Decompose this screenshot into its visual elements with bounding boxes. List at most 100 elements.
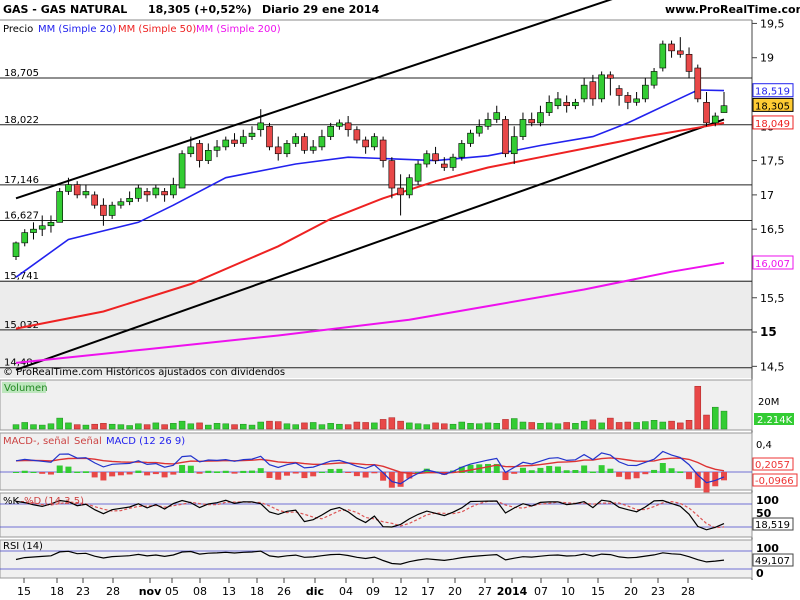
macd-hist-41 [371,472,378,474]
x-tick-label-23: 28 [681,585,695,598]
volume-bar-6 [65,422,72,430]
macd-hist-25 [231,472,238,474]
candle-body-58 [519,119,527,137]
candle-body-7 [73,184,81,196]
x-tick-label-1: 18 [50,585,64,598]
site-label[interactable]: www.ProRealTime.com [665,3,800,16]
macd-hist-20 [187,465,194,473]
candle-body-76 [676,50,684,55]
macd-hist-33 [301,472,308,479]
volume-bar-31 [283,423,291,430]
macd-hist-67 [598,465,605,473]
legend-precio[interactable]: Precio [3,24,33,35]
macd-hist-72 [642,472,649,475]
candle-body-41 [371,136,378,148]
candle-body-23 [213,146,221,151]
volume-bar-77 [685,420,693,430]
volume-bar-19 [178,420,186,430]
volume-bar-49 [441,423,448,430]
macd-hist-19 [179,465,186,473]
candle-body-24 [222,139,230,148]
level-label-3: 16,627 [4,210,39,221]
candle-body-54 [484,119,492,127]
candle-body-22 [204,150,212,161]
macd-hist-22 [205,470,212,473]
volume-bar-72 [642,421,649,430]
volume-bar-45 [406,422,413,430]
volume-bar-79 [703,414,710,430]
macd-hist-16 [152,472,159,475]
macd-label-c[interactable]: MACD (12 26 9) [106,436,185,447]
macd-hist-34 [310,472,317,477]
stoch-label-d[interactable]: %D (14 3 5) [24,496,84,507]
candle-body-39 [353,129,361,141]
volume-bar-25 [231,424,238,430]
legend-mm50[interactable]: MM (Simple 50) [118,24,196,35]
candle-body-47 [423,153,431,165]
candle-body-43 [388,160,396,189]
volume-bar-2 [30,424,37,430]
candle-body-62 [554,98,562,107]
candle-body-37 [336,122,343,127]
x-tick-label-16: 27 [478,585,492,598]
rsi-scale-bottom: 0 [756,567,764,580]
candle-body-32 [292,136,300,144]
volume-bar-0 [12,424,20,430]
volume-label[interactable]: Volumen [4,383,48,394]
macd-hist-11 [109,472,116,477]
volume-bar-15 [143,424,151,430]
candle-body-8 [82,191,90,196]
macd-label-b[interactable]: Señal [74,436,102,447]
candle-body-17 [161,191,168,196]
volume-bar-48 [432,422,439,430]
price-tag-mm20: 18,519 [755,87,790,98]
volume-bar-57 [510,418,518,430]
macd-hist-6 [65,466,72,473]
macd-label-a[interactable]: MACD-, señal [3,436,70,447]
volume-bar-37 [336,423,343,430]
volume-bar-27 [248,424,256,430]
stoch-label-k[interactable]: %K [3,496,20,507]
volume-bar-3 [38,424,46,430]
volume-bar-64 [572,423,579,430]
candle-body-29 [266,126,273,148]
volume-bar-29 [266,420,273,430]
macd-hist-24 [222,470,229,473]
rsi-label[interactable]: RSI (14) [3,541,43,552]
volume-bar-51 [458,421,466,430]
x-tick-label-4: nov [139,585,162,598]
y-tick-label-5: 17 [760,189,774,202]
chart-canvas[interactable]: 18,70518,02217,14616,62715,74115,03214,4… [0,0,800,600]
y-tick-label-6: 16,5 [760,223,785,236]
rsi-scale-top: 100 [756,542,779,555]
macd-hist-3 [39,472,46,474]
macd-hist-57 [511,472,518,474]
macd-tag-signal: 0,2057 [755,460,790,471]
footer-note: © ProRealTime.com Históricos ajustados c… [3,366,285,378]
volume-bar-16 [152,422,160,430]
macd-hist-4 [47,472,54,475]
volume-bar-38 [344,424,352,430]
candle-body-65 [580,84,588,100]
candle-body-38 [344,122,352,131]
legend-mm20[interactable]: MM (Simple 20) [38,24,116,35]
x-tick-label-22: 23 [651,585,665,598]
y-tick-label-0: 19,5 [760,17,785,30]
date-axis: 15 18 23 28 nov 05 08 13 18 26 dic 04 09 12 17 20 27 2014… [17,578,695,598]
macd-hist-15 [144,472,151,476]
candle-body-64 [572,101,579,107]
candle-body-25 [231,139,238,144]
x-tick-label-12: 09 [366,585,380,598]
candle-body-36 [327,126,334,137]
volume-bar-55 [493,423,500,430]
candle-body-11 [108,204,116,216]
candle-body-46 [414,163,422,182]
candle-body-44 [397,187,404,196]
volume-bar-34 [309,422,317,430]
volume-bar-17 [161,424,168,430]
volume-bar-32 [292,424,299,430]
legend-mm200[interactable]: MM (Simple 200) [196,24,281,35]
candle-body-70 [624,95,632,103]
candle-body-34 [309,146,317,151]
price-tag-mm50: 18,049 [755,119,790,130]
